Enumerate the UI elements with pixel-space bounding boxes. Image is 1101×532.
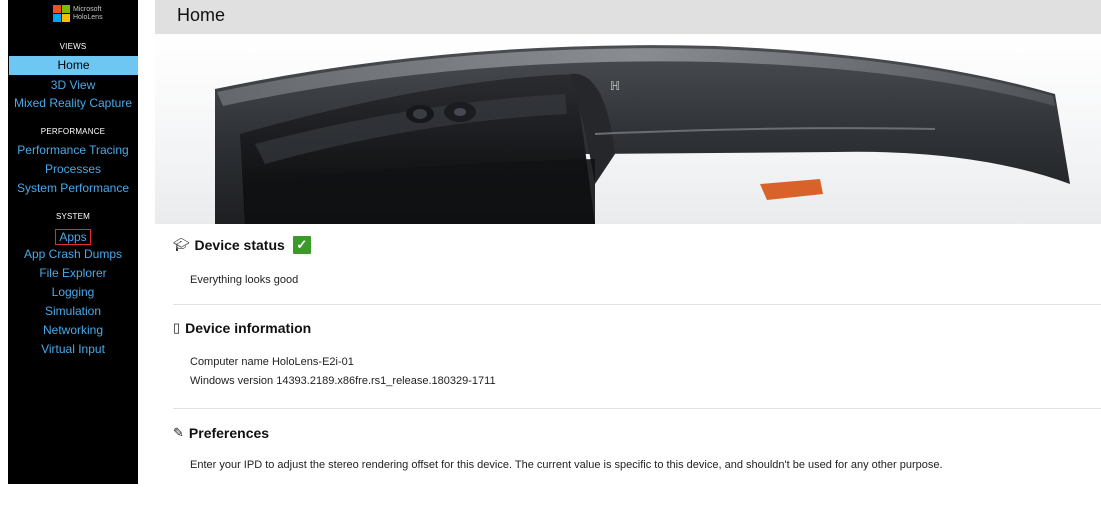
page-title: Home [177,5,226,25]
windows-version-value: 14393.2189.x86fre.rs1_release.180329-171… [276,375,496,387]
device-information-heading: ▯ Device information [173,320,311,336]
sidebar-item-virtual-input[interactable]: Virtual Input [8,340,138,359]
sidebar-item-file-explorer[interactable]: File Explorer [8,264,138,283]
sidebar-item-processes[interactable]: Processes [8,160,138,179]
page-header: Home [155,0,1101,34]
sidebar-item-logging[interactable]: Logging [8,283,138,302]
sidebar-item-3d-view[interactable]: 3D View [8,76,138,95]
divider [173,408,1101,409]
logo-text-hololens: HoloLens [73,13,103,21]
section-performance-label: PERFORMANCE [40,127,106,136]
hololens-headset-illustration: ℍ [215,45,1070,224]
device-information-title: Device information [185,320,312,336]
sidebar-item-apps-label: Apps [55,229,91,245]
sidebar-item-home[interactable]: Home [9,56,138,75]
svg-text:ℍ: ℍ [610,79,620,93]
section-views-label: VIEWS [59,42,87,51]
device-status-message: Everything looks good [190,274,299,286]
sidebar-item-performance-tracing[interactable]: Performance Tracing [8,141,138,160]
microsoft-logo-icon [53,5,70,22]
computer-name-row: Computer name HoloLens-E2i-01 [190,356,354,368]
sidebar-item-system-performance[interactable]: System Performance [8,179,138,198]
device-status-heading: 🎓︎ Device status ✓ [173,236,311,254]
graduation-cap-icon: 🎓︎ [173,237,190,252]
sidebar-nav: Microsoft HoloLens VIEWS Home 3D View Mi… [8,0,138,484]
divider [173,304,1101,305]
sidebar-item-app-crash-dumps[interactable]: App Crash Dumps [8,245,138,264]
device-icon: ▯ [173,320,181,335]
preferences-description: Enter your IPD to adjust the stereo rend… [190,459,943,471]
windows-version-row: Windows version 14393.2189.x86fre.rs1_re… [190,375,496,387]
checkmark-icon: ✓ [292,236,311,254]
hololens-logo: Microsoft HoloLens [53,5,103,22]
sidebar-item-mixed-reality-capture[interactable]: Mixed Reality Capture [8,94,138,113]
computer-name-value: HoloLens-E2i-01 [271,356,354,368]
sidebar-item-simulation[interactable]: Simulation [8,302,138,321]
device-status-title: Device status [194,237,285,253]
computer-name-label: Computer name [190,356,269,368]
preferences-title: Preferences [188,425,270,441]
hololens-hero-image: ℍ [155,34,1101,224]
sidebar-item-networking[interactable]: Networking [8,321,138,340]
section-system-label: SYSTEM [55,212,91,221]
logo-text-microsoft: Microsoft [73,5,102,13]
preferences-heading: ✎ Preferences [173,425,269,441]
pencil-icon: ✎ [173,425,184,440]
windows-version-label: Windows version [190,375,274,387]
